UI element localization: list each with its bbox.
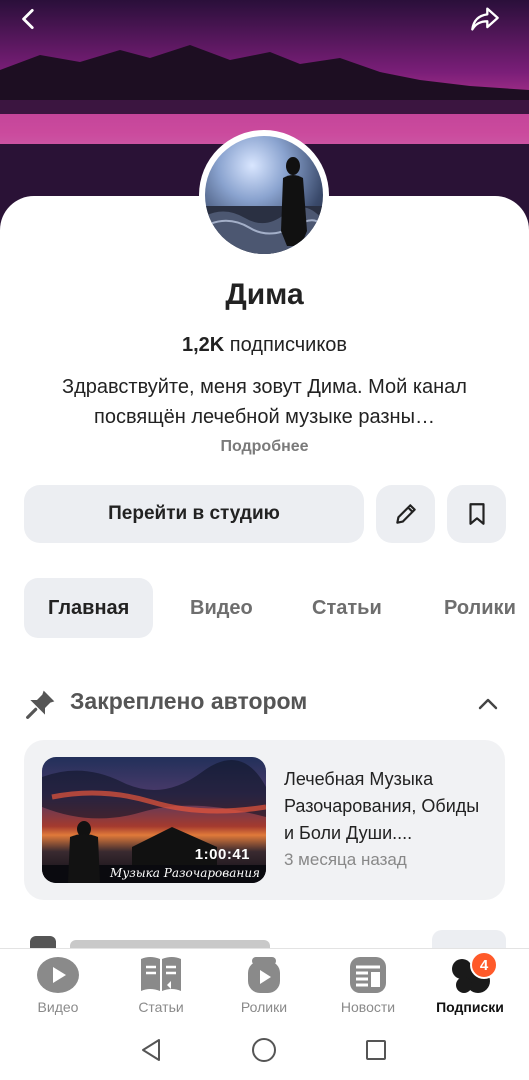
next-section-peek (24, 930, 506, 950)
subscriptions-icon: 4 (448, 951, 498, 995)
nav-label: Ролики (240, 999, 288, 1015)
subscribers-label: подписчиков (229, 334, 348, 356)
more-link[interactable]: Подробнее (0, 438, 529, 456)
video-duration: 1:00:41 (194, 846, 250, 863)
channel-description: Здравствуйте, меня зовут Дима. Мой канал… (62, 376, 467, 428)
tab-articles[interactable]: Статьи (312, 578, 382, 638)
channel-name: Дима (225, 278, 304, 311)
tab-main[interactable]: Главная (24, 578, 154, 638)
go-to-studio-button[interactable]: Перейти в студию (24, 485, 364, 543)
thumbnail-caption: Музыка Разочарования (110, 866, 260, 880)
bookmark-icon (468, 503, 485, 525)
pinned-title: Закреплено автором (70, 688, 308, 714)
avatar[interactable] (199, 130, 329, 260)
bookmark-button[interactable] (447, 485, 506, 543)
triangle-back-icon (142, 1039, 160, 1061)
system-recents-button[interactable] (356, 1034, 396, 1066)
nav-articles[interactable]: Статьи (111, 955, 211, 1015)
video-age: 3 месяца назад (284, 850, 407, 869)
nav-video[interactable]: Видео (8, 955, 108, 1015)
shorts-icon (242, 955, 286, 995)
system-navigation-bar (0, 1020, 529, 1080)
notification-badge: 4 (470, 951, 498, 979)
video-title: Лечебная Музыка Разочарования, Обиды и Б… (284, 769, 480, 843)
bottom-navigation: Видео Статьи Ролики Новости 4 Подписки (0, 948, 529, 1021)
share-arrow-icon (471, 7, 499, 31)
video-play-icon (36, 955, 80, 995)
avatar-image (205, 136, 323, 254)
system-home-button[interactable] (244, 1034, 284, 1066)
share-button[interactable] (470, 6, 510, 46)
pin-icon (26, 690, 55, 719)
square-recents-icon (366, 1040, 386, 1060)
chevron-up-icon[interactable] (476, 692, 500, 716)
chevron-left-icon (22, 8, 34, 30)
nav-label: Подписки (436, 999, 504, 1015)
news-icon (346, 955, 390, 995)
circle-home-icon (252, 1038, 276, 1062)
tab-shorts[interactable]: Ролики (444, 578, 516, 638)
tab-video[interactable]: Видео (190, 578, 253, 638)
video-thumbnail: 1:00:41 Музыка Разочарования (42, 757, 266, 883)
nav-label: Видео (37, 999, 79, 1015)
articles-book-icon (139, 955, 183, 995)
nav-label: Новости (340, 999, 396, 1015)
pinned-video-card[interactable]: 1:00:41 Музыка Разочарования Лечебная Му… (24, 740, 505, 900)
channel-tabs: Главная Видео Статьи Ролики (24, 578, 529, 638)
back-button[interactable] (16, 6, 56, 46)
edit-button[interactable] (376, 485, 435, 543)
pencil-icon (395, 504, 416, 524)
nav-subscriptions[interactable]: 4 Подписки (420, 951, 520, 1015)
system-back-button[interactable] (131, 1034, 171, 1066)
nav-news[interactable]: Новости (318, 955, 418, 1015)
pinned-section-header: Закреплено автором (24, 686, 506, 722)
nav-shorts[interactable]: Ролики (214, 955, 314, 1015)
nav-label: Статьи (138, 999, 184, 1015)
subscribers-count: 1,2K подписчиков (0, 334, 529, 357)
subscribers-number: 1,2K (181, 334, 225, 356)
